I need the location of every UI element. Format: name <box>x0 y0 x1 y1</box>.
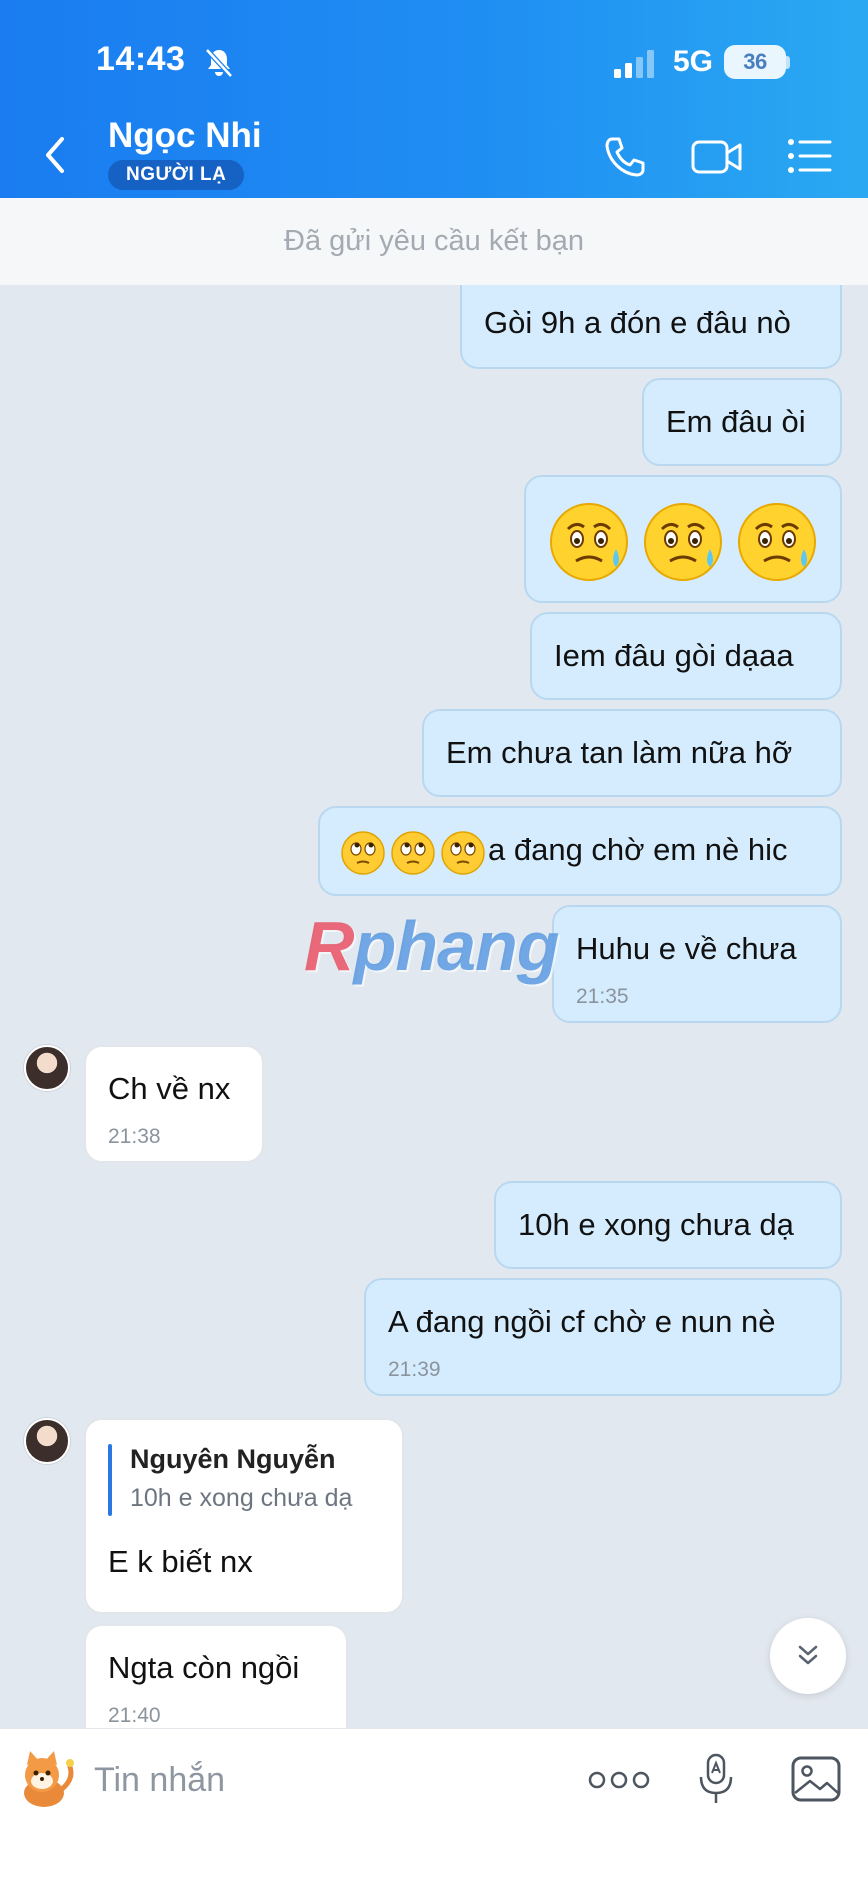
battery-tip <box>786 56 790 69</box>
header: 14:43 5G 36 Ngọc Nhi NGƯỜI LẠ <box>0 0 868 198</box>
avatar[interactable] <box>24 1045 70 1091</box>
message-text: Ch về nx <box>108 1071 231 1106</box>
message-bubble-outgoing[interactable]: Em chưa tan làm nữa hỡ <box>422 709 842 797</box>
voice-icon[interactable] <box>694 1751 740 1807</box>
signal-icon <box>614 50 654 78</box>
rolling-eyes-emoji-icon <box>441 831 485 875</box>
watermark-initial: R <box>304 907 355 985</box>
quote-author: Nguyên Nguyễn <box>130 1444 336 1474</box>
sweat-worried-emoji-icon <box>644 503 722 581</box>
quote-bar <box>108 1444 112 1516</box>
message-time: 21:35 <box>576 985 629 1008</box>
message-text: Iem đâu gòi dạaa <box>554 638 794 673</box>
message-text: Gòi 9h a đón e đâu nò <box>484 305 791 340</box>
sticker-icon[interactable] <box>14 1749 80 1811</box>
message-bubble-outgoing[interactable]: Gòi 9h a đón e đâu nò <box>460 285 842 369</box>
message-bubble-incoming[interactable]: Nguyên Nguyễn 10h e xong chưa dạ E k biế… <box>84 1418 404 1614</box>
stranger-badge: NGƯỜI LẠ <box>108 160 245 190</box>
message-bubble-incoming[interactable]: Ngta còn ngồi 21:40 <box>84 1624 348 1736</box>
message-bubble-outgoing[interactable]: Huhu e về chưa 21:35 <box>552 905 842 1023</box>
message-bubble-outgoing[interactable]: 10h e xong chưa dạ <box>494 1181 842 1269</box>
message-text: 10h e xong chưa dạ <box>518 1207 794 1242</box>
video-icon[interactable] <box>690 136 744 178</box>
image-icon[interactable] <box>790 1755 842 1803</box>
friend-request-notice: Đã gửi yêu cầu kết bạn <box>0 198 868 285</box>
message-text: Ngta còn ngồi <box>108 1650 300 1685</box>
message-text: E k biết nx <box>108 1544 253 1579</box>
message-text: Huhu e về chưa <box>576 931 797 966</box>
message-time: 21:39 <box>388 1358 441 1381</box>
watermark-rest: phang <box>353 907 560 985</box>
composer-bar <box>0 1728 868 1887</box>
message-bubble-outgoing[interactable] <box>524 475 842 603</box>
friend-request-text: Đã gửi yêu cầu kết bạn <box>284 225 584 257</box>
message-bubble-incoming[interactable]: Ch về nx 21:38 <box>84 1045 264 1163</box>
message-text: Em đâu òi <box>666 404 806 439</box>
quote-text: 10h e xong chưa dạ <box>130 1484 353 1512</box>
avatar[interactable] <box>24 1418 70 1464</box>
battery-indicator: 36 <box>724 45 786 79</box>
message-input[interactable] <box>94 1753 474 1807</box>
bell-slash-icon <box>205 48 233 78</box>
scroll-to-bottom-button[interactable] <box>770 1618 846 1694</box>
contact-name[interactable]: Ngọc Nhi <box>108 116 262 156</box>
message-text: A đang ngồi cf chờ e nun nè <box>388 1304 776 1339</box>
sweat-worried-emoji-icon <box>738 503 816 581</box>
menu-list-icon[interactable] <box>786 134 834 178</box>
phone-icon[interactable] <box>602 134 648 180</box>
message-bubble-outgoing[interactable]: Em đâu òi <box>642 378 842 466</box>
sweat-worried-emoji-icon <box>550 503 628 581</box>
message-bubble-outgoing[interactable]: Iem đâu gòi dạaa <box>530 612 842 700</box>
message-time: 21:38 <box>108 1125 161 1148</box>
network-label: 5G <box>673 45 714 78</box>
rolling-eyes-emoji-icon <box>391 831 435 875</box>
message-bubble-outgoing[interactable]: A đang ngồi cf chờ e nun nè 21:39 <box>364 1278 842 1396</box>
watermark-logo: Rphang <box>304 906 560 986</box>
more-icon[interactable] <box>588 1765 650 1795</box>
chevrons-down-icon <box>798 1645 818 1665</box>
rolling-eyes-emoji-icon <box>341 831 385 875</box>
back-icon[interactable] <box>38 133 72 177</box>
message-text: Em chưa tan làm nữa hỡ <box>446 735 793 770</box>
message-bubble-outgoing[interactable]: a đang chờ em nè hic <box>318 806 842 896</box>
message-time: 21:40 <box>108 1704 161 1727</box>
message-text: a đang chờ em nè hic <box>488 832 788 867</box>
status-time: 14:43 <box>96 40 186 78</box>
